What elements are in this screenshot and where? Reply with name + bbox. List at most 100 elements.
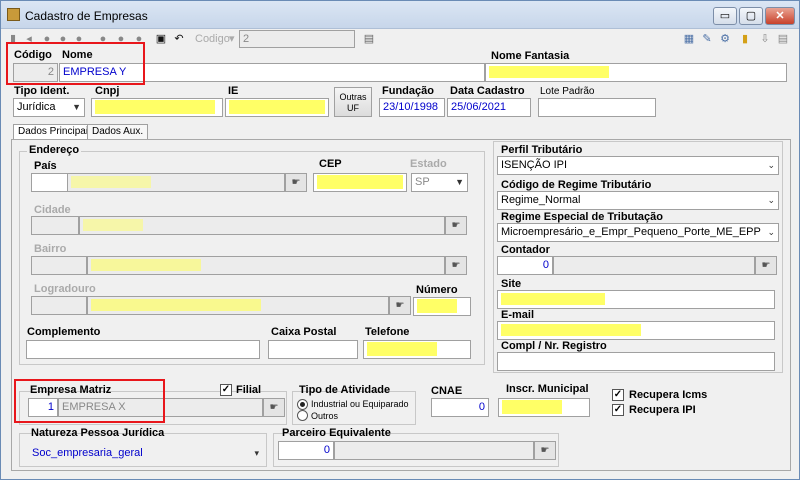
pais-lookup-icon[interactable]: ☛ — [285, 173, 307, 192]
ie-label: IE — [228, 85, 239, 97]
atividade-industrial-label: Industrial ou Equiparado — [311, 399, 409, 409]
save-icon[interactable]: ▣ — [155, 33, 167, 45]
inscr-municipal-input[interactable] — [498, 398, 590, 417]
tab-dados-principais[interactable]: Dados Principais — [13, 124, 99, 140]
tipo-ident-select[interactable]: Jurídica ▼ — [13, 98, 85, 117]
compl-registro-input[interactable] — [497, 352, 775, 371]
close-button[interactable]: ✕ — [765, 7, 795, 25]
caixa-postal-input[interactable] — [268, 340, 358, 359]
logradouro-label: Logradouro — [34, 283, 96, 295]
recupera-ipi-checkbox[interactable]: ✓ — [612, 404, 624, 416]
logradouro-name-input — [87, 296, 389, 315]
bairro-label: Bairro — [34, 243, 67, 255]
estado-label: Estado — [410, 158, 447, 170]
chevron-down-icon: ▼ — [72, 102, 81, 112]
perfil-tributario-label: Perfil Tributário — [501, 144, 583, 156]
atividade-outros-radio[interactable] — [297, 410, 308, 421]
cnae-input[interactable]: 0 — [431, 398, 489, 417]
bairro-name-input — [87, 256, 445, 275]
report-icon[interactable]: ▦ — [683, 33, 695, 45]
contador-code-input[interactable]: 0 — [497, 256, 553, 275]
lote-padrao-input[interactable] — [538, 98, 656, 117]
toolbar-codigo-dropdown-icon[interactable]: ▾ — [229, 32, 235, 45]
cnpj-label: Cnpj — [95, 85, 120, 97]
cnpj-input[interactable] — [91, 98, 223, 117]
cidade-label: Cidade — [34, 204, 71, 216]
numero-input[interactable] — [413, 297, 471, 316]
logradouro-lookup-icon: ☛ — [389, 296, 411, 315]
bairro-code-input — [31, 256, 87, 275]
bairro-lookup-icon: ☛ — [445, 256, 467, 275]
numero-label: Número — [416, 284, 458, 296]
cidade-lookup-icon: ☛ — [445, 216, 467, 235]
parceiro-code-input[interactable]: 0 — [278, 441, 334, 460]
contador-name-input — [553, 256, 755, 275]
window-title: Cadastro de Empresas — [25, 9, 148, 23]
outras-uf-button[interactable]: Outras UF — [334, 87, 372, 117]
ie-input[interactable] — [225, 98, 329, 117]
parceiro-label: Parceiro Equivalente — [282, 427, 391, 439]
main-window: Cadastro de Empresas ▭ ▢ ✕ ▮ ◂ ● ● ● ● ●… — [0, 0, 800, 480]
regime-especial-select[interactable]: Microempresário_e_Empr_Pequeno_Porte_ME_… — [497, 223, 779, 242]
parceiro-name-input — [334, 441, 534, 460]
telefone-label: Telefone — [365, 326, 410, 338]
recupera-icms-label: Recupera Icms — [629, 389, 708, 401]
complemento-input[interactable] — [26, 340, 260, 359]
email-input[interactable] — [497, 321, 775, 340]
nome-fantasia-label: Nome Fantasia — [491, 50, 570, 62]
data-cadastro-input[interactable]: 25/06/2021 — [447, 98, 531, 117]
estado-select: SP ▼ — [411, 173, 468, 192]
search-icon[interactable]: ▤ — [363, 33, 375, 45]
chevron-down-icon: ⌄ — [767, 195, 775, 205]
list-icon[interactable]: ▤ — [777, 33, 789, 45]
matriz-lookup-icon[interactable]: ☛ — [263, 398, 285, 417]
config-icon[interactable]: ✎ — [701, 33, 713, 45]
email-label: E-mail — [501, 309, 535, 321]
maximize-button[interactable]: ▢ — [739, 7, 763, 25]
fundacao-input[interactable]: 23/10/1998 — [379, 98, 445, 117]
filter-icon[interactable]: ▮ — [739, 33, 751, 45]
chevron-down-icon: ⌄ — [767, 160, 775, 170]
site-input[interactable] — [497, 290, 775, 309]
attach-icon[interactable]: ⚙ — [719, 33, 731, 45]
natureza-select[interactable]: Soc_empresaria_geral ▾ — [28, 444, 263, 463]
perfil-tributario-select[interactable]: ISENÇÃO IPI ⌄ — [497, 156, 779, 175]
tipo-atividade-label: Tipo de Atividade — [299, 384, 391, 396]
tab-dados-aux[interactable]: Dados Aux. — [87, 124, 149, 139]
logradouro-code-input — [31, 296, 87, 315]
cidade-name-input — [79, 216, 445, 235]
title-bar: Cadastro de Empresas ▭ ▢ ✕ — [1, 1, 799, 29]
lote-padrao-label: Lote Padrão — [540, 86, 595, 97]
contador-lookup-icon[interactable]: ☛ — [755, 256, 777, 275]
filial-label: Filial — [236, 384, 262, 396]
undo-icon[interactable]: ↶ — [173, 33, 185, 45]
atividade-industrial-radio[interactable] — [297, 399, 308, 410]
regime-especial-value: Microempresário_e_Empr_Pequeno_Porte_ME_… — [501, 226, 761, 238]
cep-input[interactable] — [313, 173, 407, 192]
chevron-down-icon: ⌄ — [767, 227, 775, 237]
tipo-ident-label: Tipo Ident. — [14, 85, 70, 97]
recupera-ipi-label: Recupera IPI — [629, 404, 696, 416]
nome-fantasia-input[interactable] — [485, 63, 787, 82]
highlight-nome — [6, 42, 145, 85]
estado-value: SP — [415, 176, 430, 188]
fundacao-label: Fundação — [382, 85, 434, 97]
atividade-outros-label: Outros — [311, 411, 339, 421]
pais-code-input[interactable] — [31, 173, 69, 192]
cep-label: CEP — [319, 158, 342, 170]
parceiro-lookup-icon[interactable]: ☛ — [534, 441, 556, 460]
pais-name-input — [67, 173, 285, 192]
toolbar-codigo-input[interactable]: 2 — [239, 30, 355, 48]
cnae-label: CNAE — [431, 385, 463, 397]
regime-tributario-select[interactable]: Regime_Normal ⌄ — [497, 191, 779, 210]
filial-checkbox[interactable]: ✓ — [220, 384, 232, 396]
help-icon[interactable]: ⇩ — [759, 33, 771, 45]
recupera-icms-checkbox[interactable]: ✓ — [612, 389, 624, 401]
chevron-down-icon: ▼ — [455, 177, 464, 187]
natureza-value: Soc_empresaria_geral — [32, 447, 143, 459]
minimize-button[interactable]: ▭ — [713, 7, 737, 25]
data-cadastro-label: Data Cadastro — [450, 85, 525, 97]
tipo-ident-value: Jurídica — [17, 101, 56, 113]
app-icon — [7, 8, 20, 21]
telefone-input[interactable] — [363, 340, 471, 359]
